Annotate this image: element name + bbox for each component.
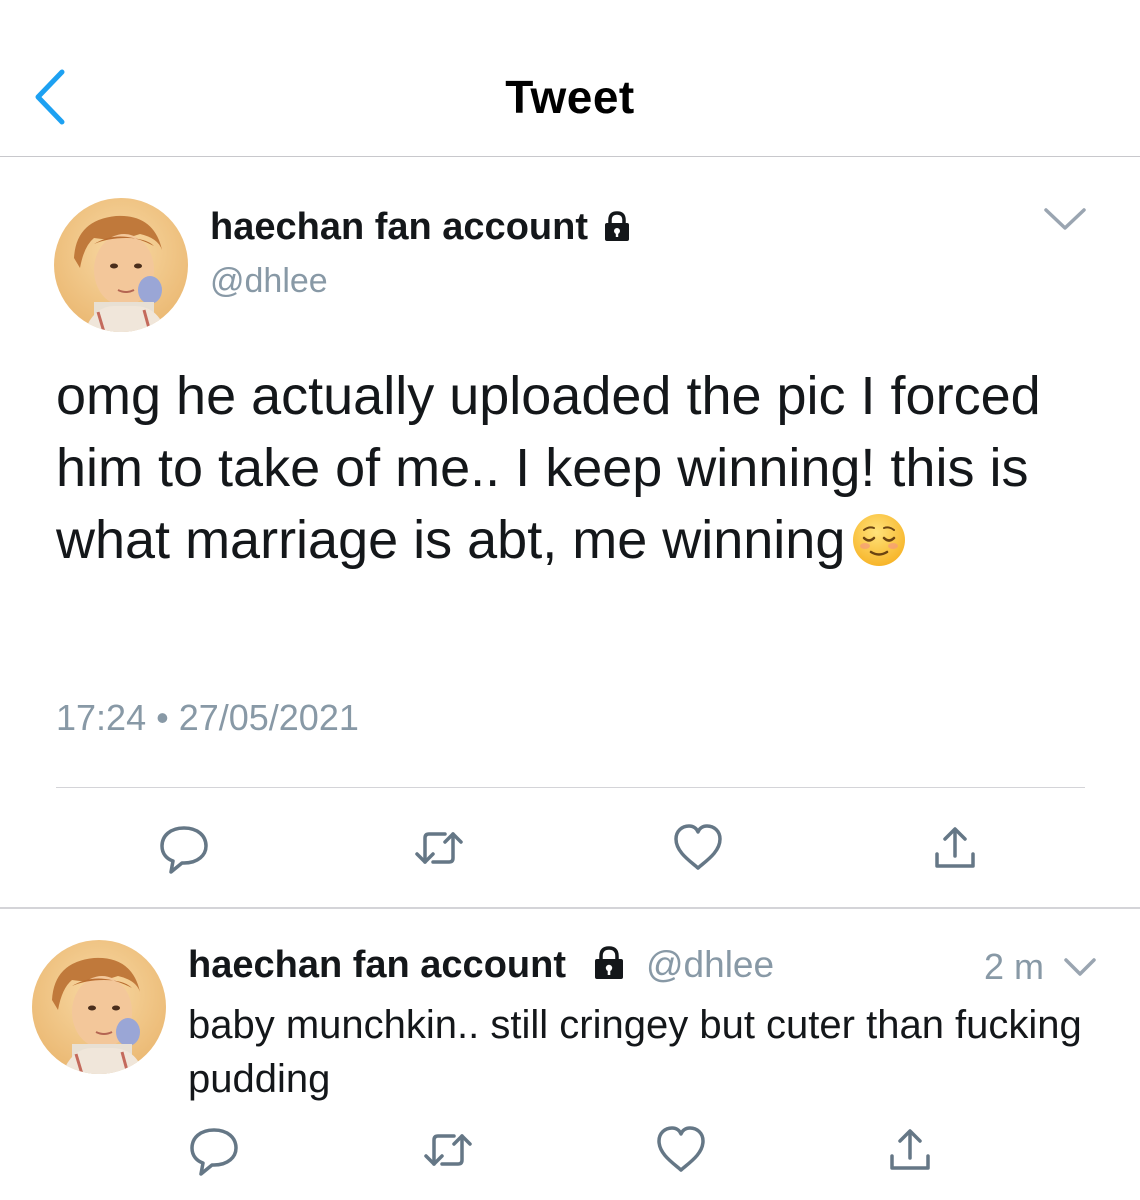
- like-button[interactable]: [668, 818, 728, 878]
- reply-icon: [160, 826, 208, 874]
- reply-button[interactable]: [154, 818, 214, 878]
- share-button[interactable]: [880, 1120, 940, 1180]
- retweet-icon: [415, 832, 463, 864]
- reply-time: 2 m: [984, 946, 1045, 987]
- navigation-bar: Tweet: [0, 0, 1140, 157]
- relieved-face-emoji: [853, 514, 906, 566]
- avatar[interactable]: [32, 940, 166, 1074]
- author-handle[interactable]: @dhlee: [210, 262, 328, 301]
- avatar[interactable]: [54, 198, 188, 332]
- share-button[interactable]: [925, 818, 985, 878]
- retweet-button[interactable]: [418, 1120, 478, 1180]
- reply-icon: [190, 1128, 238, 1176]
- retweet-icon: [424, 1134, 472, 1166]
- page-title: Tweet: [505, 71, 635, 123]
- like-button[interactable]: [651, 1120, 711, 1180]
- lock-icon: [604, 211, 629, 241]
- reply-author-name[interactable]: haechan fan account: [188, 944, 566, 986]
- reply-author-handle[interactable]: @dhlee: [646, 944, 774, 985]
- like-icon: [657, 1126, 705, 1172]
- reply-button[interactable]: [184, 1120, 244, 1180]
- chevron-down-icon: [1064, 958, 1096, 976]
- author-name[interactable]: haechan fan account: [210, 206, 632, 249]
- divider: [56, 787, 1085, 788]
- author-name-text: haechan fan account: [210, 206, 588, 248]
- reply-text: baby munchkin.. still cringey but cuter …: [188, 1003, 1082, 1101]
- tweet-options-button[interactable]: [1042, 204, 1088, 236]
- lock-icon: [594, 946, 623, 979]
- tweet-text: omg he actually uploaded the pic I force…: [56, 360, 1096, 576]
- reply-options-button[interactable]: [1062, 954, 1098, 982]
- like-icon: [674, 824, 722, 870]
- tweet-timestamp: 17:24 • 27/05/2021: [56, 697, 359, 738]
- chevron-down-icon: [1044, 208, 1086, 230]
- share-icon: [890, 1129, 930, 1170]
- divider: [0, 907, 1140, 909]
- retweet-button[interactable]: [409, 818, 469, 878]
- reply-header: haechan fan account @dhlee: [188, 944, 774, 987]
- share-icon: [935, 827, 975, 868]
